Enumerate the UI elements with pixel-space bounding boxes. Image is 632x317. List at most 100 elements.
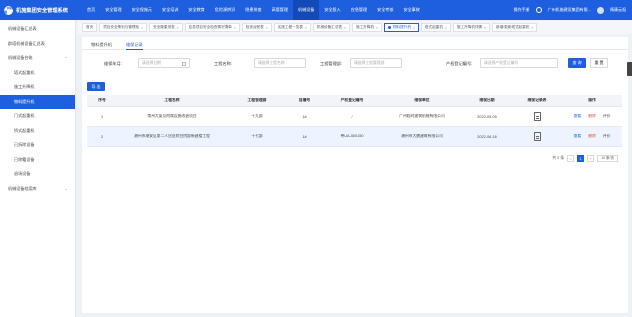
side-drawer-handle[interactable]	[627, 62, 632, 76]
nav-item-machinery[interactable]: 机械设备	[293, 0, 320, 20]
cell-reg-no: /	[351, 114, 353, 119]
tab-project-list[interactable]: 实施工程一览表 ×	[273, 23, 311, 32]
nav-item-safety-training[interactable]: 安全培训	[157, 0, 183, 20]
tab-emergency-checklist[interactable]: 应急项目安全检查情况清单 ×	[184, 23, 240, 32]
tab-home[interactable]: 首页	[82, 23, 98, 32]
close-icon[interactable]: ×	[484, 26, 486, 30]
document-icon[interactable]	[533, 111, 541, 121]
nav-item-emergency[interactable]: 应急管理	[346, 0, 372, 20]
sidebar-item-gantry-crane[interactable]: 门式起重机	[0, 109, 75, 124]
nav-item-executive-management[interactable]: 高管管理	[267, 0, 293, 20]
delete-button[interactable]: 删除	[588, 114, 596, 119]
nav-item-safety-management[interactable]: 安全管理	[100, 0, 126, 20]
cell-self-no: 1#	[302, 114, 307, 119]
nav-item-safety-education[interactable]: 安全教育	[183, 0, 209, 20]
date-picker[interactable]: 请选择日期	[138, 58, 190, 68]
reg-label: 产权登记编号:	[446, 61, 473, 66]
nav-item-hazard-inspection[interactable]: 隐患排查	[240, 0, 266, 20]
sidebar-item-label: 机械设备台账	[8, 55, 33, 61]
search-button[interactable]: 查 询	[568, 58, 586, 68]
cell-no: 1	[100, 114, 104, 119]
project-label: 工程名称:	[214, 61, 232, 66]
sidebar-item-archive[interactable]: 机械设备档案库 ⌄	[0, 182, 75, 197]
nav-item-safety-assessment[interactable]: 安全考核	[372, 0, 398, 20]
tab-construction-hoist[interactable]: 施工升降机 ×	[352, 23, 382, 32]
cell-unit: 广州临时建筑机械有限公司	[399, 114, 445, 118]
page-number-button[interactable]: 1	[577, 155, 585, 162]
subtab-material-hoist[interactable]: 物料提升机	[91, 42, 112, 50]
evaluate-button[interactable]: 评价	[603, 134, 611, 139]
project-select[interactable]: 请选择工程名称	[254, 58, 306, 68]
tab-machinery-summary[interactable]: 机械设备汇总表 ×	[312, 23, 350, 32]
col-project: 工程名称	[164, 98, 180, 102]
prev-page-button[interactable]: <	[567, 155, 575, 162]
col-reg-no: 产权登记编号	[340, 98, 364, 102]
top-right-area: 操作手册 广州机施建设集团有限... 隋康云祖	[514, 6, 632, 14]
close-icon[interactable]: ×	[266, 26, 268, 30]
sidebar-item-material-hoist[interactable]: 物料提升机	[0, 94, 75, 109]
close-icon[interactable]: ×	[305, 26, 307, 30]
sidebar-item-deregistered[interactable]: 已除籍设备	[0, 153, 75, 168]
evaluate-button[interactable]: 评价	[603, 114, 611, 119]
user-name[interactable]: 隋康云祖	[610, 7, 626, 13]
nav-item-safety-guarantee[interactable]: 安全保施元	[127, 0, 157, 20]
page-size-select[interactable]: 10 条/页	[597, 155, 618, 162]
sidebar-item-tower-group-summary[interactable]: 群塔机械设备汇总表	[0, 37, 75, 52]
sidebar-item-label: 物料提升机	[14, 98, 35, 104]
total-count: 共 2 条	[552, 156, 565, 160]
sidebar-item-tower-crane[interactable]: 塔式起重机	[0, 66, 75, 81]
col-unit: 维保单位	[414, 98, 430, 102]
bell-icon[interactable]	[535, 7, 542, 13]
tab-label: 施工升降机详情	[456, 25, 483, 29]
sidebar-item-label: 已除籍设备	[14, 156, 35, 162]
tab-material-hoist[interactable]: 物料提升机 ×	[383, 23, 419, 32]
dept-select[interactable]: 请选择工程管理部	[350, 58, 402, 68]
subtab-maintenance-records[interactable]: 维保记录	[125, 42, 143, 50]
close-icon[interactable]: ×	[445, 26, 447, 30]
next-page-button[interactable]: >	[587, 155, 595, 162]
document-icon[interactable]	[533, 131, 541, 141]
tab-project-safety[interactable]: 项目安全策划与管理检 ×	[99, 23, 148, 32]
cell-record	[512, 111, 562, 122]
tab-label: 项目安全策划与管理检	[103, 25, 140, 29]
sidebar-item-dismantled[interactable]: 已拆除设备	[0, 138, 75, 153]
sidebar-item-exited[interactable]: 退场设备	[0, 167, 75, 182]
view-button[interactable]: 查看	[574, 134, 582, 139]
reg-select[interactable]: 请选择产权登记编号	[480, 58, 558, 68]
close-icon[interactable]: ×	[376, 26, 378, 30]
sidebar-item-bridge-crane[interactable]: 桥式起重机	[0, 124, 75, 139]
close-icon[interactable]: ×	[141, 26, 143, 30]
export-button[interactable]: 导 出	[87, 82, 105, 91]
close-icon[interactable]: ×	[531, 26, 533, 30]
sidebar-item-label: 塔式起重机	[14, 69, 35, 75]
cell-no: 2	[100, 134, 104, 139]
cell-record	[512, 131, 562, 142]
nav-item-home[interactable]: 首页	[82, 0, 100, 20]
cell-unit: 潮州市大鹏建筑有限公司	[401, 134, 443, 138]
sidebar-item-machinery-ledger[interactable]: 机械设备台账 ⌃	[0, 51, 75, 66]
cell-date: 2022-05-05	[477, 114, 497, 119]
avatar[interactable]	[597, 6, 604, 14]
cell-ops: 查看 删除 评价	[562, 114, 622, 119]
tab-tower-crane[interactable]: 塔式起重机 ×	[420, 23, 451, 32]
nav-item-hazard-identification[interactable]: 危险源辨识	[210, 0, 240, 20]
close-icon[interactable]: ×	[344, 26, 346, 30]
close-icon[interactable]: ×	[234, 26, 236, 30]
close-icon[interactable]: ×	[177, 26, 179, 30]
delete-button[interactable]: 删除	[588, 134, 596, 139]
nav-item-safety-investment[interactable]: 安全投入	[319, 0, 345, 20]
company-name[interactable]: 广州机施建设集团有限...	[548, 7, 591, 13]
app-logo[interactable]: 广州机施 机施集团安全管理系统	[0, 0, 76, 20]
sidebar-item-machinery-summary[interactable]: 机械设备汇总表	[0, 22, 75, 37]
view-button[interactable]: 查看	[574, 114, 582, 119]
manual-link[interactable]: 操作手册	[514, 7, 530, 13]
close-icon[interactable]: ×	[413, 26, 415, 30]
sidebar-item-construction-hoist[interactable]: 施工升降机	[0, 80, 75, 95]
tab-hazard-inspection[interactable]: 安全隐患排查 ×	[149, 23, 183, 32]
reset-button[interactable]: 重 置	[590, 58, 608, 68]
page-tabs-bar: 首页 项目安全策划与管理检 × 安全隐患排查 × 应急项目安全检查情况清单 × 检查台…	[78, 21, 632, 34]
nav-item-safety-accident[interactable]: 安全事故	[399, 0, 425, 20]
tab-hoist-detail[interactable]: 施工升降机详情 ×	[452, 23, 490, 32]
tab-new-tower-crane[interactable]: 新增/更新塔式起重机 ×	[492, 23, 538, 32]
tab-check-ledger[interactable]: 检查台账表 ×	[241, 23, 272, 32]
